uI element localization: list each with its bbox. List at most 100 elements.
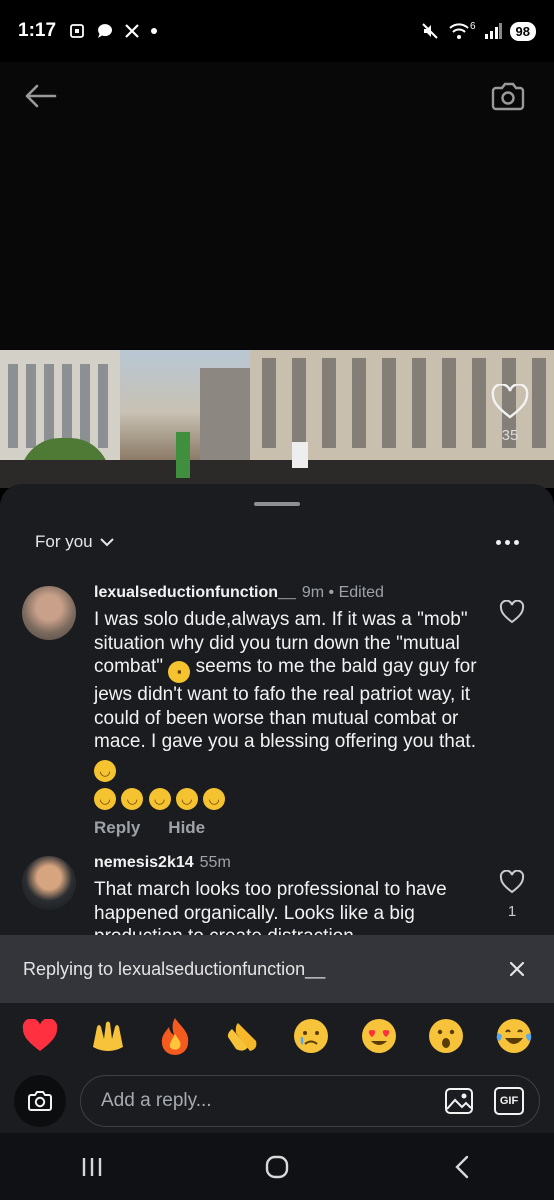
emoji-button-heart[interactable] xyxy=(18,1014,62,1058)
emoji-button-fire[interactable] xyxy=(153,1014,197,1058)
comment-time: 55m xyxy=(199,854,231,871)
emoji-button-heart-eyes[interactable] xyxy=(357,1014,401,1058)
recent-apps-icon xyxy=(83,1157,102,1176)
reply-button[interactable]: Reply xyxy=(94,818,140,838)
camera-button[interactable] xyxy=(486,76,530,116)
battery-badge: 98 xyxy=(509,21,536,41)
status-indicators: 6 98 xyxy=(420,21,536,41)
camera-icon xyxy=(28,1091,52,1111)
comment-text: That march looks too professional to hav… xyxy=(94,879,447,935)
quick-emoji-bar xyxy=(0,1003,554,1069)
top-nav xyxy=(0,62,554,352)
comment-actions: Reply Hide xyxy=(94,818,482,838)
tears-of-joy-icon xyxy=(496,1019,532,1053)
cancel-reply-button[interactable] xyxy=(503,955,531,983)
post-image[interactable] xyxy=(0,350,554,488)
chevron-down-icon xyxy=(99,538,114,547)
post-like-count: 35 xyxy=(501,427,519,444)
comment-time: 9m xyxy=(301,584,325,601)
clapping-hands-icon xyxy=(227,1023,257,1051)
emoji-button-raising-hands[interactable] xyxy=(86,1014,130,1058)
emoji-button-clapping[interactable] xyxy=(221,1014,265,1058)
more-options-button[interactable] xyxy=(490,532,524,552)
surprised-face-icon xyxy=(429,1019,464,1053)
sheet-drag-handle[interactable] xyxy=(254,502,300,506)
image-picker-button[interactable] xyxy=(441,1083,477,1119)
heart-outline-icon xyxy=(491,383,529,419)
tears-of-joy-emoji: ◡ xyxy=(203,787,226,810)
tears-of-joy-emoji: ◡ xyxy=(148,787,171,810)
emoji-button-tears-of-joy[interactable] xyxy=(492,1014,536,1058)
notification-icons xyxy=(68,22,158,40)
meta-separator: • xyxy=(328,584,335,601)
tears-of-joy-emoji: ◡ xyxy=(94,759,116,782)
comment-like-button[interactable] xyxy=(498,599,526,629)
dot-icon xyxy=(504,539,510,545)
wifi-icon xyxy=(449,23,469,39)
dot-icon xyxy=(151,28,158,34)
gif-button[interactable]: GIF xyxy=(491,1083,527,1119)
composer-camera-button[interactable] xyxy=(14,1075,66,1127)
fire-icon xyxy=(162,1018,189,1055)
comment-text: I was solo dude,always am. If it was a "… xyxy=(94,608,482,810)
sort-dropdown[interactable]: For you xyxy=(35,532,115,552)
system-nav-bar xyxy=(0,1133,554,1200)
protest-sign xyxy=(292,442,308,468)
mute-icon xyxy=(422,23,438,39)
comment-like-count: 1 xyxy=(507,903,517,920)
gif-icon: GIF xyxy=(494,1087,524,1115)
sort-label: For you xyxy=(35,532,93,551)
signal-icon xyxy=(484,23,502,39)
heart-outline-icon xyxy=(499,869,525,894)
tears-of-joy-emoji: ◡ xyxy=(175,787,198,810)
close-icon xyxy=(509,961,525,977)
replying-banner: Replying to lexualseductionfunction__ xyxy=(0,935,554,1003)
chevron-left-icon xyxy=(454,1155,468,1178)
crying-face-icon xyxy=(293,1019,328,1053)
comment-item: nemesis2k14 55m That march looks too prof… xyxy=(22,854,532,935)
comment-like-button[interactable]: 1 xyxy=(498,869,526,920)
replying-label: Replying to lexualseductionfunction__ xyxy=(23,958,326,979)
edited-label: Edited xyxy=(338,584,384,601)
emoji-button-crying[interactable] xyxy=(289,1014,333,1058)
tears-of-joy-emoji: ◡ xyxy=(121,787,144,810)
screenshot-icon xyxy=(70,24,84,38)
comment-meta: lexualseductionfunction__ 9m • Edited xyxy=(94,584,482,602)
recent-apps-button[interactable] xyxy=(62,1142,122,1192)
back-arrow-icon xyxy=(25,84,57,108)
home-icon xyxy=(265,1155,289,1178)
avatar[interactable] xyxy=(22,586,76,640)
red-heart-icon xyxy=(22,1019,58,1051)
image-icon xyxy=(445,1088,473,1114)
reply-input[interactable] xyxy=(101,1090,427,1112)
flag-green xyxy=(176,432,190,478)
dot-icon xyxy=(495,539,501,545)
network-type-label: 6 xyxy=(469,20,476,32)
comment-body: lexualseductionfunction__ 9m • Edited I w… xyxy=(94,584,482,838)
grimacing-emoji: ▪ xyxy=(168,661,191,683)
tears-of-joy-emoji: ◡ xyxy=(94,787,116,810)
comment-body: nemesis2k14 55m That march looks too prof… xyxy=(94,854,482,935)
home-button[interactable] xyxy=(247,1142,307,1192)
heart-outline-icon xyxy=(499,599,525,624)
comment-item: lexualseductionfunction__ 9m • Edited I w… xyxy=(22,584,532,837)
status-bar: 1:17 6 98 xyxy=(0,0,554,62)
comment-username[interactable]: nemesis2k14 xyxy=(94,854,194,871)
system-back-button[interactable] xyxy=(432,1142,492,1192)
back-button[interactable] xyxy=(18,76,62,116)
reply-input-field[interactable]: GIF xyxy=(80,1075,540,1127)
building-left-windows xyxy=(8,364,112,448)
post-like-button[interactable]: 35 xyxy=(490,383,530,444)
heart-eyes-icon xyxy=(361,1019,396,1053)
raising-hands-icon xyxy=(92,1021,123,1051)
status-time: 1:17 xyxy=(18,20,57,41)
comment-username[interactable]: lexualseductionfunction__ xyxy=(94,584,296,601)
dot-icon xyxy=(513,539,519,545)
camera-icon xyxy=(491,82,525,111)
chat-bubble-icon xyxy=(98,24,113,38)
emoji-button-surprised[interactable] xyxy=(424,1014,468,1058)
avatar[interactable] xyxy=(22,856,76,910)
reply-composer: GIF xyxy=(0,1069,554,1133)
hide-button[interactable]: Hide xyxy=(168,818,205,838)
comment-meta: nemesis2k14 55m xyxy=(94,854,482,872)
